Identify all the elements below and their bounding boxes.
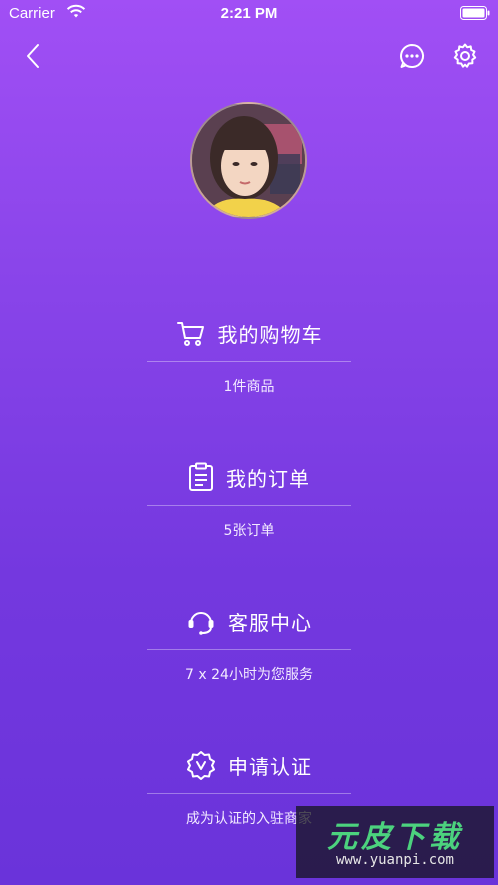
battery-icon — [460, 6, 490, 24]
chat-bubble-icon[interactable] — [398, 42, 426, 70]
menu-item-title: 申请认证 — [228, 754, 312, 779]
menu-item-cart[interactable]: 我的购物车 1件商品 — [147, 313, 351, 396]
divider — [147, 505, 351, 506]
divider — [147, 793, 351, 794]
menu-item-title: 客服中心 — [228, 610, 312, 635]
menu-item-head: 我的购物车 — [147, 313, 351, 353]
back-chevron-icon[interactable] — [20, 40, 48, 72]
menu-item-subtitle: 1件商品 — [223, 379, 275, 395]
cart-icon — [176, 322, 204, 346]
avatar[interactable] — [190, 102, 307, 219]
menu-item-subtitle: 5张订单 — [223, 523, 275, 539]
menu-item-title: 我的订单 — [226, 466, 310, 491]
divider — [147, 361, 351, 362]
menu-item-head: 申请认证 — [147, 745, 351, 785]
menu-item-subtitle: 7 x 24小时为您服务 — [185, 667, 313, 683]
watermark: 元皮下载 www.yuanpi.com — [296, 806, 494, 878]
gear-icon[interactable] — [451, 42, 479, 70]
clock-time: 2:21 PM — [220, 5, 278, 22]
menu-item-orders[interactable]: 我的订单 5张订单 — [147, 457, 351, 540]
divider — [147, 649, 351, 650]
status-bar: Carrier 2:21 PM — [0, 0, 498, 28]
nav-bar — [0, 38, 498, 74]
menu-item-title: 我的购物车 — [217, 322, 323, 347]
menu-item-customer-service[interactable]: 客服中心 7 x 24小时为您服务 — [147, 601, 351, 684]
headset-icon — [188, 612, 214, 635]
watermark-brand: 元皮下载 — [327, 820, 463, 855]
watermark-url: www.yuanpi.com — [335, 852, 454, 868]
verified-badge-icon — [187, 751, 215, 780]
menu-item-head: 我的订单 — [147, 457, 351, 497]
clipboard-icon — [189, 462, 213, 491]
menu-item-head: 客服中心 — [147, 601, 351, 641]
